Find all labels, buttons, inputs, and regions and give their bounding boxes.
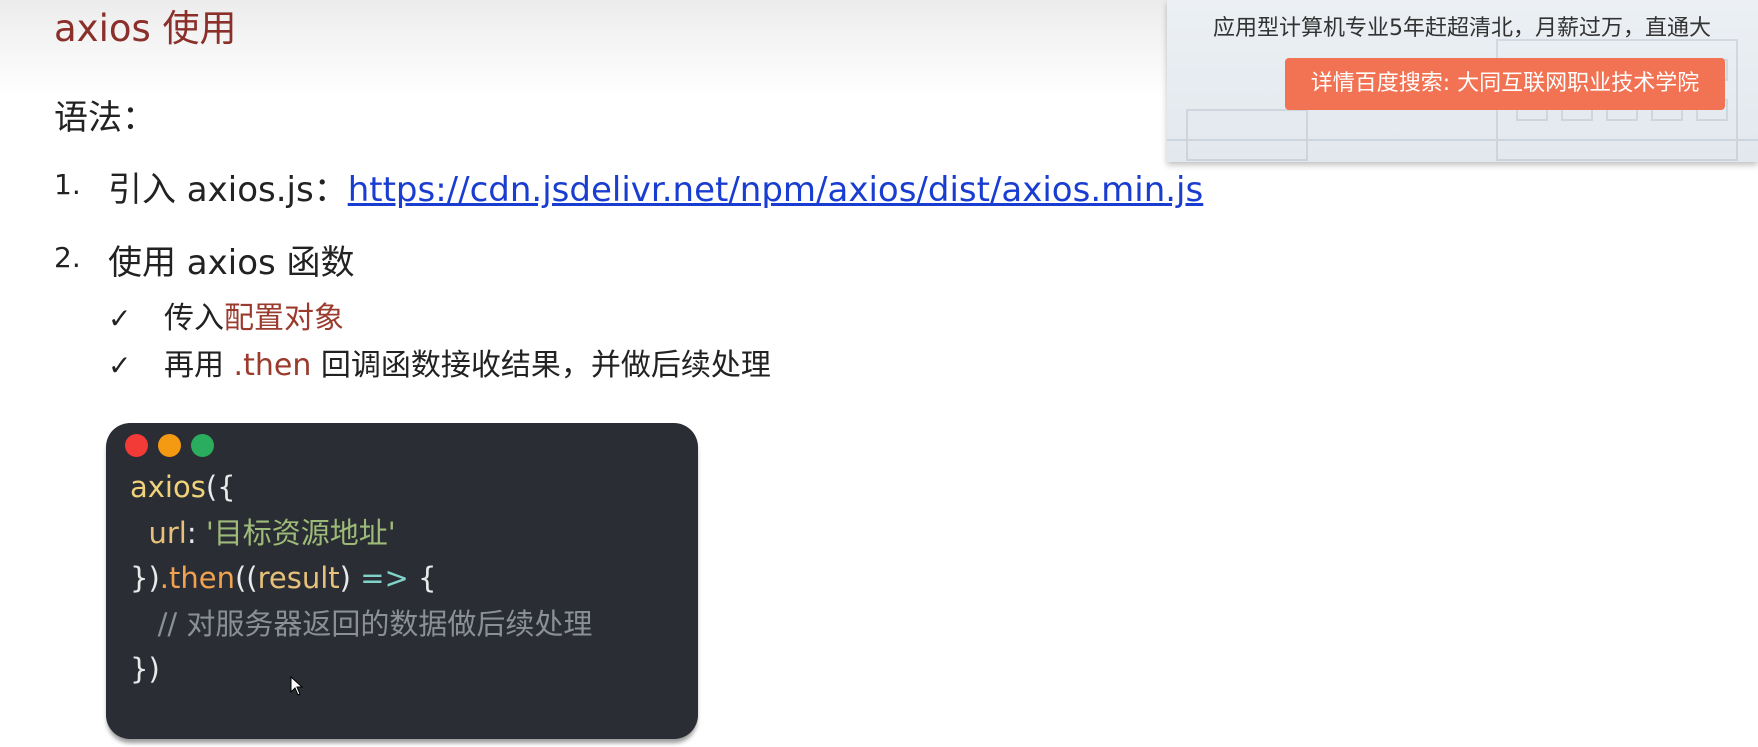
window-maximize-dot-icon [191, 434, 214, 457]
code-token-comment: // 对服务器返回的数据做后续处理 [157, 606, 593, 641]
check-icon: ✓ [108, 302, 132, 335]
code-token-string: '目标资源地址' [205, 515, 396, 550]
ad-banner: 应用型计算机专业5年赶超清北，月薪过万，直通大 详情百度搜索: 大同互联网职业技… [1167, 0, 1758, 162]
code-token-punct: : [186, 515, 206, 550]
code-token-punct: ) [339, 561, 361, 595]
list-item-number: 2. [54, 241, 81, 274]
code-token-punct: { [408, 561, 437, 595]
ad-text: 应用型计算机专业5年赶超清北，月薪过万，直通大 [1213, 16, 1711, 41]
code-token-punct: }) [130, 561, 160, 595]
code-token-arrow: => [360, 561, 409, 595]
axios-cdn-link[interactable]: https://cdn.jsdelivr.net/npm/axios/dist/… [348, 170, 1204, 210]
code-token-punct: (( [234, 561, 258, 595]
code-token-punct: }) [130, 652, 160, 686]
mouse-pointer-icon [290, 676, 304, 696]
code-token-method: .then [159, 561, 235, 595]
code-token-key: url [148, 515, 187, 550]
sub-item-text-after: 回调函数接收结果，并做后续处理 [320, 348, 771, 383]
sub-item-highlight: 配置对象 [224, 301, 344, 336]
window-minimize-dot-icon [158, 434, 181, 457]
window-close-dot-icon [125, 434, 148, 457]
sub-item-highlight: .then [233, 348, 312, 383]
syntax-label: 语法： [54, 98, 156, 138]
list-item-body: 引入 axios.js：https://cdn.jsdelivr.net/npm… [108, 162, 1203, 211]
sub-item-1: ✓ 传入配置对象 [108, 293, 344, 337]
code-block: axios({ url: '目标资源地址' }).then((result) =… [130, 465, 592, 693]
list-item-label: 引入 axios.js： [108, 170, 348, 210]
sub-item-2: ✓ 再用 .then 回调函数接收结果，并做后续处理 [108, 340, 771, 384]
list-item-label: 使用 axios 函数 [108, 243, 355, 283]
sub-item-text: 再用 [164, 348, 224, 383]
sub-item-text: 传入 [164, 301, 224, 336]
code-token-punct: ({ [205, 470, 236, 504]
list-item-number: 1. [54, 168, 81, 201]
slide-title: axios 使用 [54, 7, 237, 50]
code-token-param: result [257, 561, 340, 595]
code-token-function: axios [130, 470, 206, 504]
ad-search-button[interactable]: 详情百度搜索: 大同互联网职业技术学院 [1285, 58, 1725, 110]
check-icon: ✓ [108, 349, 132, 382]
code-window: axios({ url: '目标资源地址' }).then((result) =… [106, 423, 698, 739]
